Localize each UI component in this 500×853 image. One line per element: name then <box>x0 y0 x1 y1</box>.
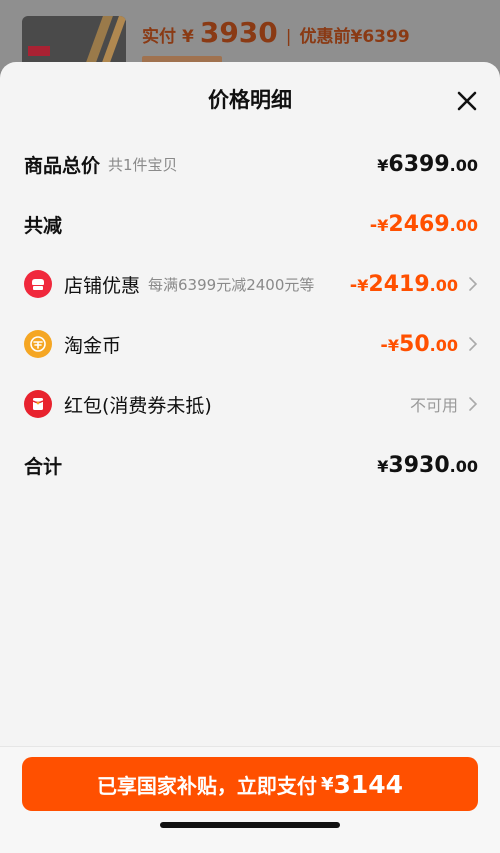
minus-sign: - <box>380 334 388 356</box>
amount-integer: 50 <box>399 331 430 357</box>
row-red-packet[interactable]: 红包(消费券未抵) 不可用 <box>24 384 478 424</box>
currency-symbol: ¥ <box>357 275 369 295</box>
pay-button-amount: 3144 <box>333 769 404 799</box>
red-packet-label: 红包(消费券未抵) <box>64 394 212 417</box>
goods-total-amount: ¥ 6399 .00 <box>377 152 478 177</box>
chevron-right-icon <box>469 337 478 351</box>
background-price-summary: 实付 ¥ 3930 | 优惠前¥6399 <box>142 16 410 49</box>
pay-button-label: 已享国家补贴，立即支付 <box>96 773 317 798</box>
minus-sign: - <box>349 274 358 296</box>
price-separator: | <box>285 27 292 47</box>
amount-integer: 6399 <box>388 151 450 177</box>
background-page-header: 实付 ¥ 3930 | 优惠前¥6399 <box>0 0 500 76</box>
total-reduction-amount: - ¥ 2469 .00 <box>370 212 478 237</box>
paid-currency: ¥ <box>182 27 194 47</box>
currency-symbol: ¥ <box>377 215 389 235</box>
sheet-title: 价格明细 <box>208 88 292 112</box>
close-icon <box>457 91 477 111</box>
coin-icon <box>24 330 52 358</box>
pay-button-currency: ¥ <box>320 773 334 795</box>
row-grand-total: 合计 ¥ 3930 .00 <box>24 445 478 485</box>
row-goods-total: 商品总价 共1件宝贝 ¥ 6399 .00 <box>24 144 478 184</box>
currency-symbol: ¥ <box>377 155 389 175</box>
goods-count: 共1件宝贝 <box>108 155 178 174</box>
currency-symbol: ¥ <box>387 335 400 355</box>
grand-total-label: 合计 <box>24 455 63 478</box>
amount-decimal: .00 <box>449 456 478 476</box>
amount-integer: 2469 <box>388 211 450 237</box>
total-reduction-label: 共减 <box>24 214 63 237</box>
pay-now-button[interactable]: 已享国家补贴，立即支付 ¥ 3144 <box>22 757 478 811</box>
amount-decimal: .00 <box>449 215 478 235</box>
home-indicator[interactable] <box>160 822 340 828</box>
amount-integer: 2419 <box>368 271 430 297</box>
chevron-right-icon <box>469 397 478 411</box>
shop-discount-amount: - ¥ 2419 .00 <box>350 272 458 297</box>
shop-icon <box>24 270 52 298</box>
minus-sign: - <box>369 214 378 236</box>
shop-discount-rule: 每满6399元减2400元等 <box>148 275 315 294</box>
taojinbi-label: 淘金币 <box>64 334 122 357</box>
grand-total-amount: ¥ 3930 .00 <box>377 453 478 478</box>
amount-decimal: .00 <box>429 275 458 295</box>
shop-discount-label: 店铺优惠 <box>64 274 141 297</box>
row-total-reduction: 共减 - ¥ 2469 .00 <box>24 204 478 244</box>
amount-integer: 3930 <box>388 452 450 478</box>
goods-total-label: 商品总价 <box>24 154 101 177</box>
amount-decimal: .00 <box>429 335 458 355</box>
paid-value: 3930 <box>199 16 278 49</box>
amount-decimal: .00 <box>449 155 478 175</box>
row-shop-discount[interactable]: 店铺优惠 每满6399元减2400元等 - ¥ 2419 .00 <box>24 264 478 304</box>
currency-symbol: ¥ <box>377 456 389 476</box>
row-taojinbi[interactable]: 淘金币 - ¥ 50 .00 <box>24 324 478 364</box>
taojinbi-amount: - ¥ 50 .00 <box>380 332 458 357</box>
chevron-right-icon <box>469 277 478 291</box>
red-packet-status: 不可用 <box>409 396 458 415</box>
price-before-discount: 优惠前¥6399 <box>299 27 410 47</box>
red-packet-icon <box>24 390 52 418</box>
paid-label: 实付 <box>142 27 176 47</box>
footer-bar: 已享国家补贴，立即支付 ¥ 3144 <box>0 747 500 853</box>
price-detail-sheet: 价格明细 商品总价 共1件宝贝 ¥ 6399 .00 共减 - ¥ 2469 .… <box>0 62 500 853</box>
close-button[interactable] <box>456 90 478 112</box>
